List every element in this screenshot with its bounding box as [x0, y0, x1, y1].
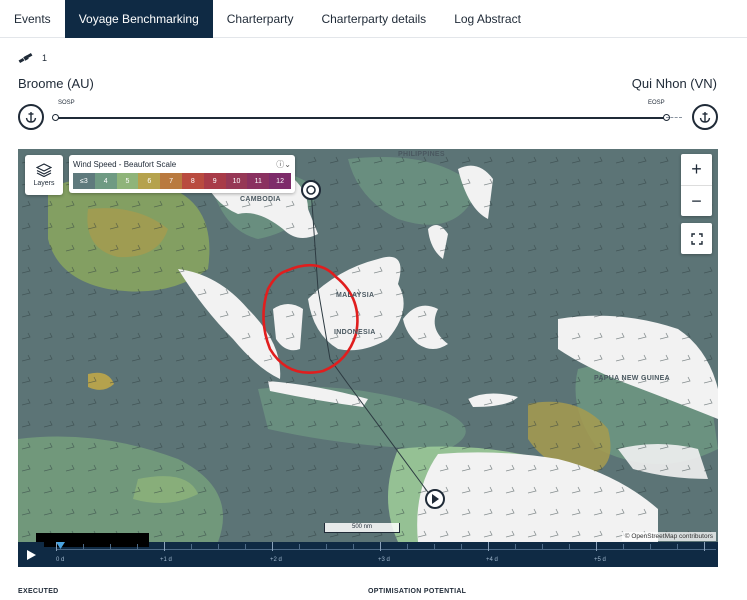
tab-log-abstract[interactable]: Log Abstract: [440, 0, 535, 38]
timeline-tick: [245, 544, 246, 550]
timeline-tick: [110, 544, 111, 550]
info-icon[interactable]: ⓘ⌄: [276, 159, 291, 170]
tab-bar: Events Voyage Benchmarking Charterparty …: [0, 0, 747, 38]
beaufort-cell-3: 6: [138, 173, 161, 189]
timeline-tick: [299, 544, 300, 550]
wind-legend: Wind Speed - Beaufort Scale ⓘ⌄ ≤3 4 5 6 7 8 9 1…: [69, 155, 295, 193]
layers-icon: [36, 163, 52, 177]
timeline-tick: [380, 542, 381, 551]
beaufort-cell-9: 12: [269, 173, 291, 189]
place-label-papua-new-guinea: PAPUA NEW GUINEA: [594, 375, 670, 382]
departure-anchor-icon: [18, 104, 44, 130]
executed-heading: EXECUTED: [18, 588, 59, 595]
timeline-tick: [164, 542, 165, 551]
play-icon: [27, 549, 36, 560]
redacted-area: [36, 533, 149, 547]
map-canvas: [18, 149, 718, 542]
arrival-port: Qui Nhon (VN): [631, 76, 717, 91]
tab-charterparty[interactable]: Charterparty: [213, 0, 308, 38]
timeline-tick: [569, 544, 570, 550]
timeline-label-5: +5 d: [594, 557, 606, 563]
play-button[interactable]: [18, 542, 44, 567]
beaufort-cell-7: 10: [225, 173, 248, 189]
tab-events[interactable]: Events: [0, 0, 65, 38]
layers-label: Layers: [33, 180, 55, 187]
beaufort-scale: ≤3 4 5 6 7 8 9 10 11 12: [73, 173, 291, 189]
timeline-tick: [353, 544, 354, 550]
timeline-cursor[interactable]: [56, 542, 65, 551]
place-label-indonesia: INDONESIA: [334, 329, 376, 336]
map-attribution[interactable]: © OpenStreetMap contributors: [621, 532, 716, 541]
vessel-count: 1: [42, 53, 48, 63]
timeline-track: [56, 549, 716, 550]
timeline-tick: [650, 544, 651, 550]
timeline-label-4: +4 d: [486, 557, 498, 563]
departure-port: Broome (AU): [18, 76, 94, 91]
beaufort-cell-6: 9: [203, 173, 226, 189]
timeline-tick: [623, 544, 624, 550]
timeline-tick: [542, 544, 543, 550]
expand-icon: [690, 232, 703, 245]
vessel-position-marker[interactable]: [424, 488, 446, 510]
weather-map[interactable]: PHILIPPINES CAMBODIA MALAYSIA INDONESIA …: [18, 149, 718, 542]
zoom-in-button[interactable]: +: [681, 154, 712, 185]
timeline-label-2: +2 d: [270, 557, 282, 563]
timeline-label-3: +3 d: [378, 557, 390, 563]
sosp-label: SOSP: [58, 100, 75, 106]
vessel-indicator: 1: [18, 52, 47, 64]
timeline-tick: [218, 544, 219, 550]
timeline-tick: [461, 544, 462, 550]
eosp-label: EOSP: [648, 100, 665, 106]
voyage-progress-track: [54, 117, 666, 119]
beaufort-cell-0: ≤3: [73, 173, 95, 189]
tab-charterparty-details[interactable]: Charterparty details: [307, 0, 440, 38]
remaining-track: [666, 117, 682, 118]
beaufort-cell-4: 7: [160, 173, 182, 189]
timeline-tick: [488, 542, 489, 551]
timeline-tick: [704, 542, 705, 551]
map-scale-bar: 500 nm: [324, 523, 400, 533]
layers-button[interactable]: Layers: [25, 155, 63, 195]
timeline-tick: [191, 544, 192, 550]
zoom-out-button[interactable]: −: [681, 185, 712, 216]
fullscreen-button[interactable]: [681, 223, 712, 254]
satellite-icon: [18, 52, 33, 64]
timeline-tick: [596, 542, 597, 551]
place-label-cambodia: CAMBODIA: [240, 196, 281, 203]
timeline-tick: [326, 544, 327, 550]
beaufort-cell-5: 8: [181, 173, 204, 189]
timeline-tick: [272, 542, 273, 551]
place-label-malaysia: MALAYSIA: [336, 292, 375, 299]
timeline-tick: [407, 544, 408, 550]
timeline-tick: [677, 544, 678, 550]
timeline-tick: [434, 544, 435, 550]
timeline-tick: [515, 544, 516, 550]
timeline-tick: [137, 544, 138, 550]
timeline-label-1: +1 d: [160, 557, 172, 563]
tab-voyage-benchmarking[interactable]: Voyage Benchmarking: [64, 0, 213, 38]
sosp-marker: [52, 114, 59, 121]
destination-port-marker[interactable]: [300, 179, 322, 201]
beaufort-cell-8: 11: [247, 173, 270, 189]
beaufort-cell-1: 4: [94, 173, 117, 189]
place-label-philippines: PHILIPPINES: [398, 151, 445, 158]
arrival-anchor-icon: [692, 104, 718, 130]
optimisation-heading: OPTIMISATION POTENTIAL: [368, 588, 467, 595]
timeline-label-0: 0 d: [56, 557, 65, 563]
beaufort-cell-2: 5: [116, 173, 139, 189]
timeline-bar[interactable]: 0 d +1 d +2 d +3 d +4 d +5 d: [18, 533, 718, 567]
zoom-controls: + −: [681, 154, 712, 216]
timeline-tick: [83, 544, 84, 550]
legend-title: Wind Speed - Beaufort Scale: [73, 159, 177, 169]
